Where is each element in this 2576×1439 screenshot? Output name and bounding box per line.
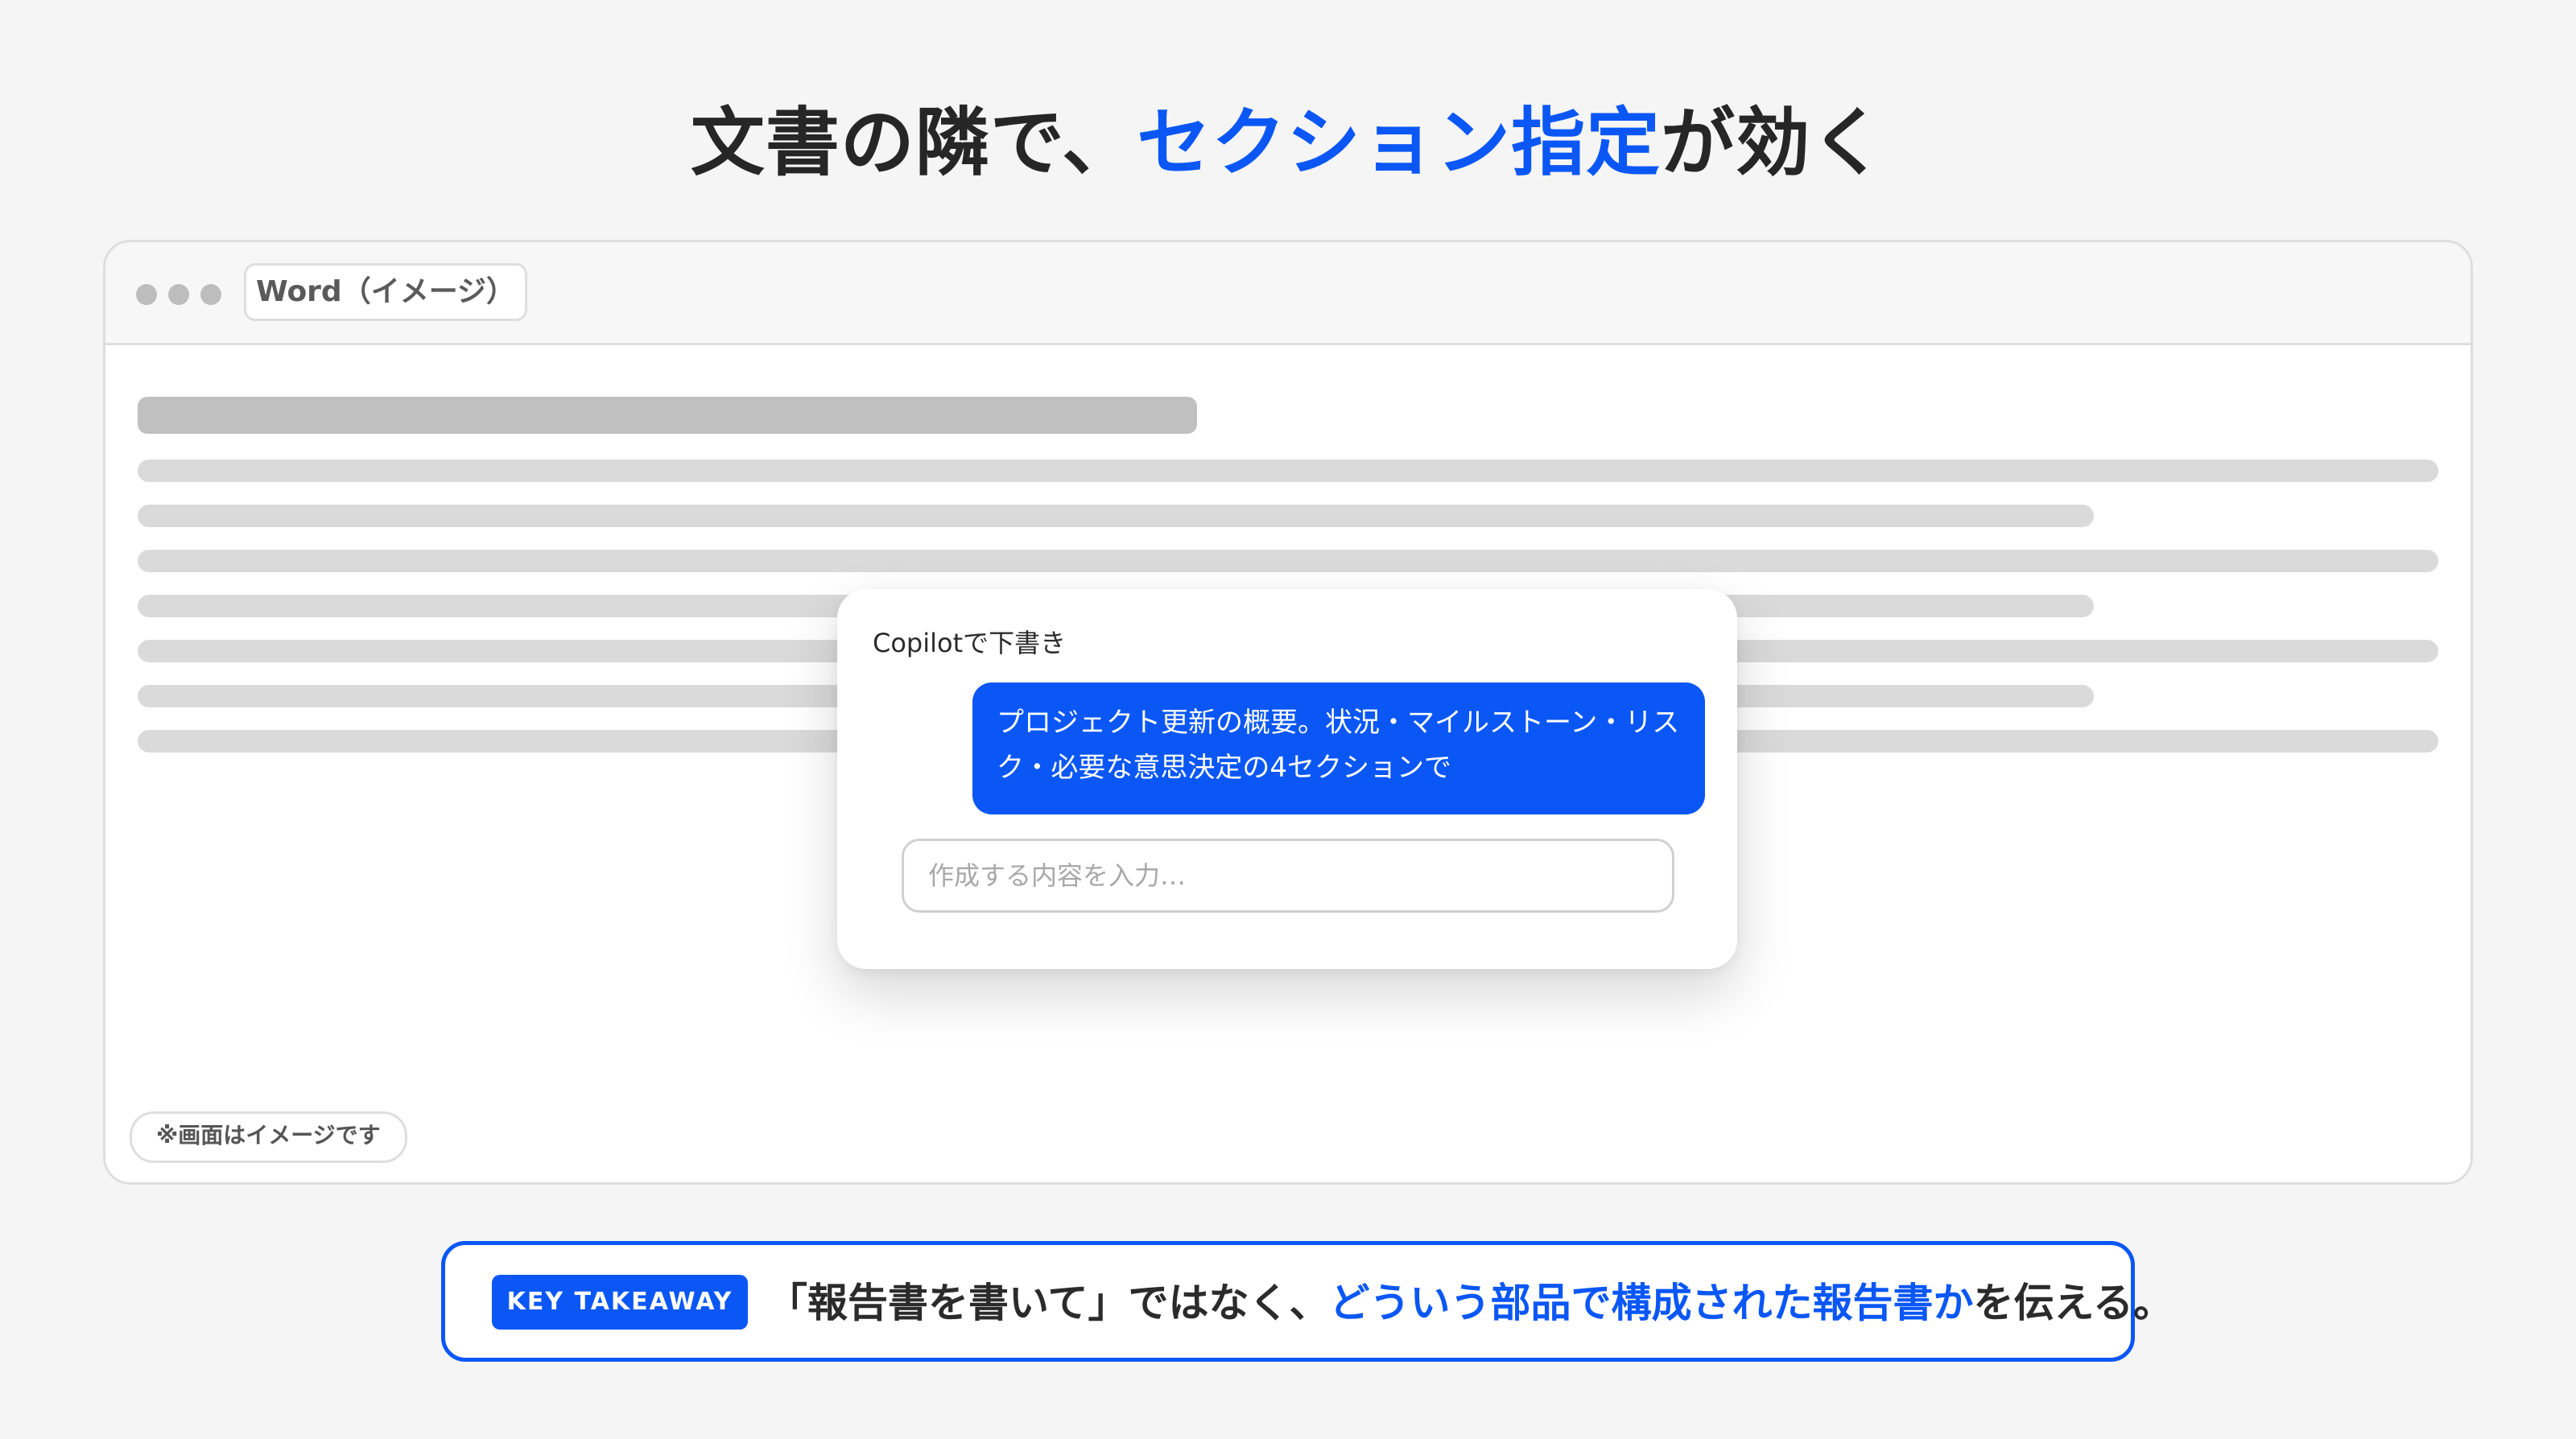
key-takeaway-text: 「報告書を書いて」ではなく、どういう部品で構成された報告書かを伝える。 xyxy=(767,1271,2174,1335)
takeaway-text-accent: どういう部品で構成された報告書か xyxy=(1329,1280,1974,1326)
key-takeaway-badge: KEY TAKEAWAY xyxy=(492,1275,748,1330)
doc-line-placeholder xyxy=(138,460,2438,482)
takeaway-text-part1: 「報告書を書いて」ではなく、 xyxy=(767,1280,1330,1326)
copilot-dialog: Copilotで下書き プロジェクト更新の概要。状況・マイルストーン・リスク・必… xyxy=(837,589,1737,969)
doc-line-placeholder xyxy=(138,505,2094,527)
window-minimize-dot-icon[interactable] xyxy=(168,284,189,305)
image-disclaimer-note: ※画面はイメージです xyxy=(130,1111,407,1163)
tab-word[interactable]: Word（イメージ） xyxy=(244,263,527,321)
window-titlebar: Word（イメージ） xyxy=(105,242,2471,345)
key-takeaway-box: KEY TAKEAWAY 「報告書を書いて」ではなく、どういう部品で構成された報… xyxy=(441,1241,2174,1362)
copilot-dialog-title: Copilotで下書き xyxy=(873,628,1067,658)
user-prompt-bubble: プロジェクト更新の概要。状況・マイルストーン・リスク・必要な意思決定の4セクショ… xyxy=(972,682,1705,814)
headline-part1: 文書の隣で、 xyxy=(690,100,1137,186)
doc-heading-placeholder xyxy=(138,397,1197,434)
page-headline: 文書の隣で、セクション指定が効く xyxy=(0,87,2576,200)
headline-part3: が効く xyxy=(1661,100,1886,186)
headline-accent: セクション指定 xyxy=(1137,100,1662,186)
takeaway-text-part3: を伝える。 xyxy=(1973,1280,2174,1326)
copilot-prompt-input[interactable] xyxy=(902,839,1674,913)
window-close-dot-icon[interactable] xyxy=(136,284,157,305)
doc-line-placeholder xyxy=(138,550,2438,572)
window-maximize-dot-icon[interactable] xyxy=(200,284,221,305)
